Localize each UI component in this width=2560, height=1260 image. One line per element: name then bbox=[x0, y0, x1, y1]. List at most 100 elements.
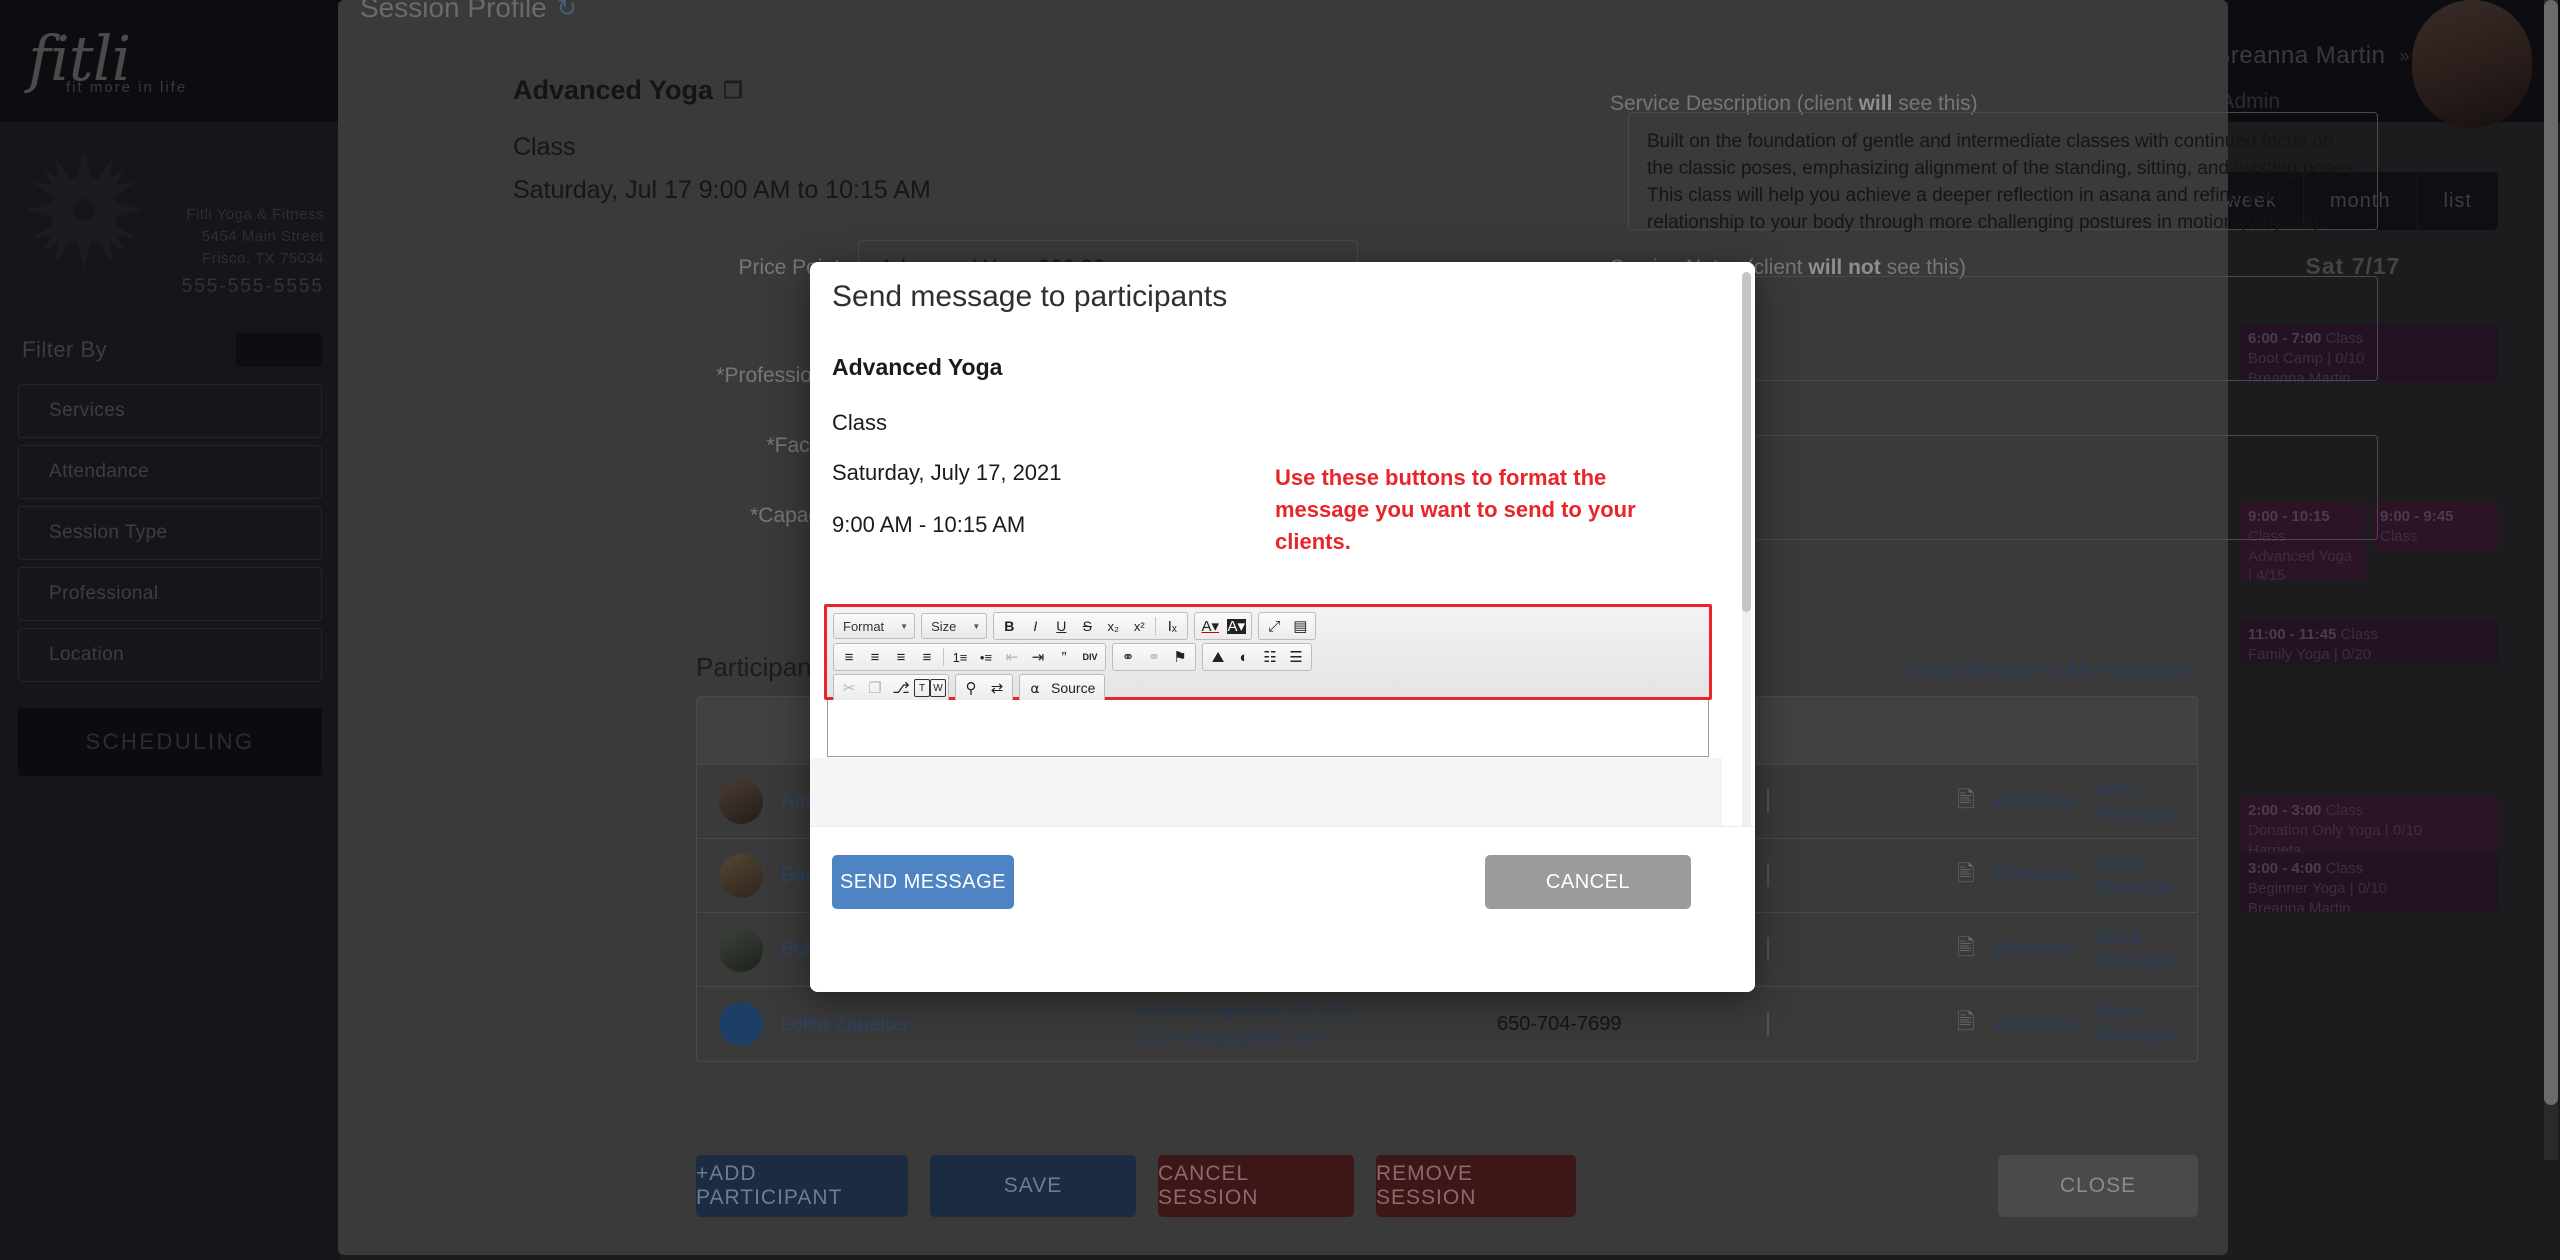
horizontal-rule-icon[interactable]: ☰ bbox=[1283, 645, 1309, 669]
background-color-icon[interactable]: A▾ bbox=[1223, 614, 1249, 638]
replace-icon[interactable]: ⇄ bbox=[984, 676, 1010, 700]
image-icon[interactable]: ⛰ bbox=[1205, 645, 1231, 669]
remove-format-icon[interactable]: Iₓ bbox=[1159, 614, 1185, 638]
document-icon[interactable]: 🖹 bbox=[1957, 783, 1975, 821]
subscript-icon[interactable]: x₂ bbox=[1100, 614, 1126, 638]
modal-footer: SEND MESSAGE CANCEL bbox=[810, 826, 1755, 992]
superscript-icon[interactable]: x² bbox=[1126, 614, 1152, 638]
show-blocks-icon[interactable]: ▤ bbox=[1287, 614, 1313, 638]
toolbar-row-1: Format ▼ Size ▼ B I U S x₂ x² Iₓ A▾ A▾ ⤢… bbox=[833, 612, 1703, 640]
send-message-link[interactable]: Send Message bbox=[2094, 927, 2197, 973]
withdraw-link[interactable]: Withdraw bbox=[1993, 1013, 2076, 1036]
event-kind: Class bbox=[2325, 802, 2364, 819]
document-icon[interactable]: 🖹 bbox=[1957, 931, 1975, 969]
refresh-icon[interactable]: ↻ bbox=[557, 0, 577, 23]
table-icon[interactable]: ☷ bbox=[1257, 645, 1283, 669]
chevron-down-icon: ▼ bbox=[900, 621, 909, 631]
scheduling-button[interactable]: SCHEDULING bbox=[18, 707, 322, 776]
withdraw-link[interactable]: Withdraw bbox=[1993, 864, 2076, 887]
format-dropdown[interactable]: Format ▼ bbox=[833, 613, 916, 639]
avatar[interactable] bbox=[2412, 0, 2532, 128]
filter-clear-button[interactable] bbox=[236, 332, 322, 367]
flash-icon[interactable]: ◐ bbox=[1231, 645, 1257, 669]
cut-icon[interactable]: ✂ bbox=[836, 676, 862, 700]
document-icon[interactable]: 🖹 bbox=[1957, 1005, 1975, 1043]
sidebar-item-services[interactable]: Services bbox=[18, 383, 322, 438]
attendance-checkbox[interactable] bbox=[1767, 937, 1769, 961]
business-name: Fitli Yoga & Fitness bbox=[186, 206, 324, 223]
cancel-session-button[interactable]: CANCEL SESSION bbox=[1158, 1155, 1354, 1217]
withdraw-link[interactable]: Withdraw bbox=[1993, 938, 2076, 961]
justify-icon[interactable]: ≡ bbox=[914, 645, 940, 669]
size-dropdown[interactable]: Size ▼ bbox=[921, 613, 988, 639]
outdent-icon[interactable]: ⇤ bbox=[999, 645, 1025, 669]
send-message-link[interactable]: Send Message bbox=[2094, 1001, 2197, 1047]
sidebar-item-label: Attendance bbox=[49, 460, 150, 482]
save-button[interactable]: SAVE bbox=[930, 1155, 1136, 1217]
message-editor-body[interactable] bbox=[827, 700, 1709, 757]
numbered-list-icon[interactable]: 1≡ bbox=[947, 645, 973, 669]
send-message-button[interactable]: SEND MESSAGE bbox=[832, 855, 1014, 909]
sidebar-item-session-type[interactable]: Session Type bbox=[18, 505, 322, 560]
close-button[interactable]: CLOSE bbox=[1998, 1155, 2198, 1217]
calendar-event[interactable]: 2:00 - 3:00 Class Donation Only Yoga | 0… bbox=[2240, 796, 2498, 852]
find-icon[interactable]: ⚲ bbox=[958, 676, 984, 700]
attendance-checkbox[interactable] bbox=[1767, 863, 1769, 887]
bulleted-list-icon[interactable]: •≡ bbox=[973, 645, 999, 669]
sidebar-item-professional[interactable]: Professional bbox=[18, 566, 322, 621]
participant-name-link[interactable]: Lolita Zapatos bbox=[781, 1013, 907, 1036]
attendance-checkbox[interactable] bbox=[1767, 1011, 1769, 1036]
send-message-link[interactable]: Send Message bbox=[2094, 853, 2197, 899]
sidebar-item-attendance[interactable]: Attendance bbox=[18, 444, 322, 499]
link-icon[interactable]: ⚭ bbox=[1115, 645, 1141, 669]
indent-icon[interactable]: ⇥ bbox=[1025, 645, 1051, 669]
clipboard-group: ✂ ❐ ⎇ T W bbox=[833, 674, 949, 702]
underline-icon[interactable]: U bbox=[1048, 614, 1074, 638]
maximize-icon[interactable]: ⤢ bbox=[1261, 614, 1287, 638]
avatar bbox=[719, 1002, 763, 1046]
modal-title: Send message to participants bbox=[832, 280, 1228, 313]
align-right-icon[interactable]: ≡ bbox=[888, 645, 914, 669]
service-description-textarea[interactable]: Built on the foundation of gentle and in… bbox=[1628, 112, 2378, 233]
source-label: Source bbox=[1051, 680, 1096, 696]
remove-session-button[interactable]: REMOVE SESSION bbox=[1376, 1155, 1576, 1217]
anchor-icon[interactable]: ⚑ bbox=[1167, 645, 1193, 669]
italic-icon[interactable]: I bbox=[1022, 614, 1048, 638]
copy-icon[interactable]: ❐ bbox=[862, 676, 888, 700]
tab-list[interactable]: list bbox=[2418, 172, 2498, 230]
calendar-event[interactable]: 11:00 - 11:45 Class Family Yoga | 0/20 bbox=[2240, 620, 2498, 664]
send-message-all-link[interactable]: Send Message to All Participants bbox=[1906, 660, 2198, 683]
copy-icon[interactable]: ❐ bbox=[723, 78, 743, 104]
bold-icon[interactable]: B bbox=[996, 614, 1022, 638]
source-button[interactable]: ⍺ Source bbox=[1019, 674, 1106, 702]
user-menu[interactable]: Breanna Martin » bbox=[2214, 42, 2410, 70]
modal-scrollbar-thumb[interactable] bbox=[1742, 272, 1751, 612]
align-center-icon[interactable]: ≡ bbox=[862, 645, 888, 669]
attendance-checkbox[interactable] bbox=[1767, 789, 1769, 813]
fitli-logo[interactable]: fitli fit more in life bbox=[28, 27, 187, 95]
participant-email[interactable]: andrew.zapatos.111-222-1234.stage@fitli.… bbox=[1137, 998, 1497, 1050]
table-row[interactable]: Lolita Zapatos andrew.zapatos.111-222-12… bbox=[697, 987, 2197, 1061]
business-address-line2: Frisco, TX 75034 bbox=[202, 249, 324, 267]
calendar-event[interactable]: 3:00 - 4:00 Class Beginner Yoga | 0/10 B… bbox=[2240, 854, 2498, 912]
withdraw-link[interactable]: Withdraw bbox=[1993, 790, 2076, 813]
blockquote-icon[interactable]: ” bbox=[1051, 645, 1077, 669]
business-block: Fitli Yoga & Fitness 5454 Main Street Fr… bbox=[0, 122, 340, 319]
cancel-button[interactable]: CANCEL bbox=[1485, 855, 1691, 909]
strikethrough-icon[interactable]: S bbox=[1074, 614, 1100, 638]
text-color-icon[interactable]: A▾ bbox=[1197, 614, 1223, 638]
unlink-icon[interactable]: ⚭ bbox=[1141, 645, 1167, 669]
create-div-icon[interactable]: DIV bbox=[1077, 645, 1103, 669]
paste-icon[interactable]: ⎇ bbox=[888, 676, 914, 700]
page-scrollbar-thumb[interactable] bbox=[2544, 0, 2558, 1105]
paste-from-word-icon[interactable]: W bbox=[930, 679, 946, 697]
insert-group: ⛰ ◐ ☷ ☰ bbox=[1202, 643, 1312, 671]
calendar-event[interactable]: 9:00 - 9:45 Class Family Yoga | 0/10 bbox=[2372, 502, 2498, 550]
send-message-link[interactable]: Send Message bbox=[2094, 779, 2197, 825]
business-info: Fitli Yoga & Fitness 5454 Main Street Fr… bbox=[158, 148, 324, 301]
document-icon[interactable]: 🖹 bbox=[1957, 857, 1975, 895]
paste-as-text-icon[interactable]: T bbox=[914, 679, 930, 697]
sidebar-item-location[interactable]: Location bbox=[18, 627, 322, 682]
add-participant-button[interactable]: +ADD PARTICIPANT bbox=[696, 1155, 908, 1217]
align-left-icon[interactable]: ≡ bbox=[836, 645, 862, 669]
